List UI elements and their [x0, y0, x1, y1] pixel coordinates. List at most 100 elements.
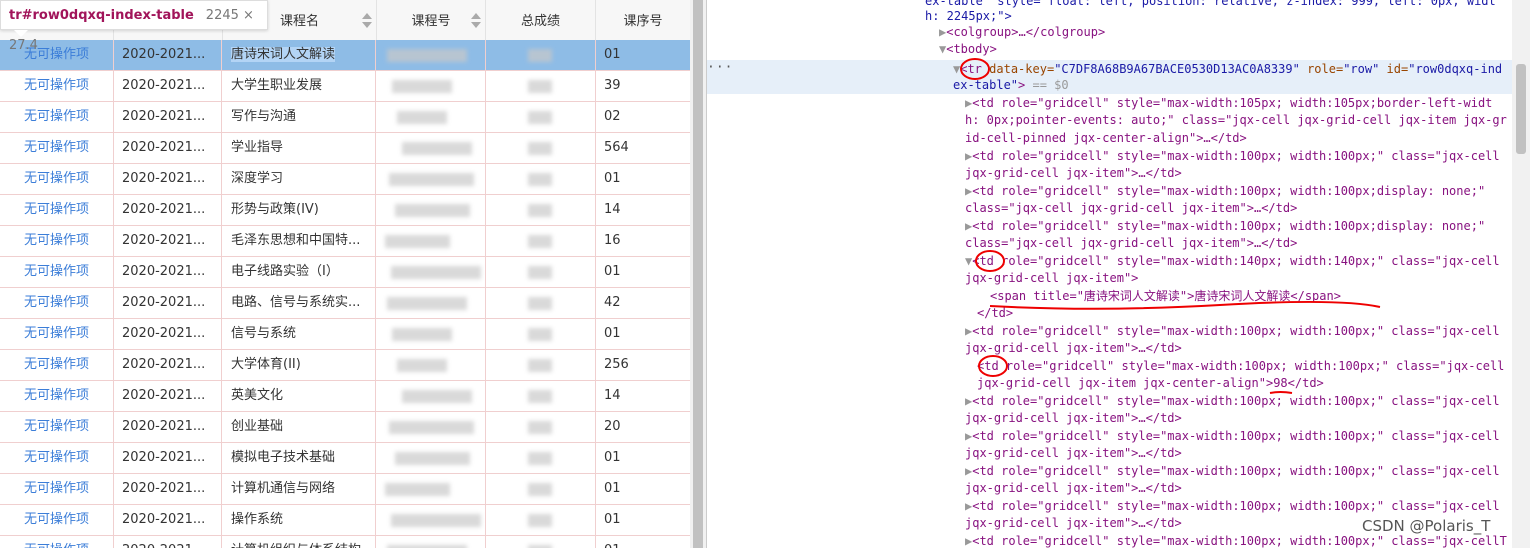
more-options-dots[interactable]: ···: [707, 60, 733, 75]
sort-icon[interactable]: [471, 13, 481, 29]
tree-node-td[interactable]: ▶<td role="gridcell" style="max-width:10…: [965, 498, 1500, 516]
redaction-blur: [528, 266, 552, 279]
operation-link[interactable]: 无可操作项: [0, 164, 114, 194]
redaction-blur: [385, 235, 450, 248]
total-score-cell-redacted: [486, 412, 596, 442]
table-row[interactable]: 无可操作项 2020-2021... 英美文化 14: [0, 381, 690, 412]
tree-node-td-course-name[interactable]: ▼<td role="gridcell" style="max-width:14…: [965, 253, 1500, 271]
course-name-cell: 英美文化: [223, 381, 376, 411]
tree-node-td[interactable]: ▶<td role="gridcell" style="max-width:10…: [965, 148, 1500, 166]
redaction-blur: [385, 483, 450, 496]
table-row[interactable]: 无可操作项 2020-2021... 创业基础 20: [0, 412, 690, 443]
operation-link[interactable]: 无可操作项: [0, 443, 114, 473]
redaction-blur: [528, 49, 552, 62]
term-cell: 2020-2021...: [114, 319, 222, 349]
code-line: jqx-grid-cell jqx-item">…</td>: [965, 166, 1182, 180]
redaction-blur: [389, 421, 474, 434]
table-row[interactable]: 无可操作项 2020-2021... 计算机通信与网络 01: [0, 474, 690, 505]
total-score-cell-redacted: [486, 257, 596, 287]
tree-node-td[interactable]: ▶<td role="gridcell" style="max-width:10…: [965, 183, 1485, 201]
term-cell: 2020-2021...: [114, 102, 222, 132]
page-scrollbar-thumb[interactable]: [693, 0, 703, 548]
tree-node-span[interactable]: <span title="唐诗宋词人文解读">唐诗宋词人文解读</span>: [990, 288, 1341, 306]
course-name-text: 模拟电子技术基础: [231, 450, 336, 465]
table-row[interactable]: 无可操作项2020-2021... 计算机组织与体系结构 01: [0, 536, 690, 548]
table-row[interactable]: 无可操作项 2020-2021... 信号与系统 01: [0, 319, 690, 350]
tree-node-td[interactable]: ▶<td role="gridcell" style="max-width:10…: [965, 323, 1500, 341]
operation-link[interactable]: 无可操作项: [0, 350, 114, 380]
operation-link[interactable]: 无可操作项: [0, 505, 114, 535]
code-line: jqx-grid-cell jqx-item">…</td>: [965, 516, 1182, 530]
total-score-cell-redacted: [486, 350, 596, 380]
tree-node-colgroup[interactable]: ▶<colgroup>…</colgroup>: [939, 24, 1105, 42]
course-name-cell: 计算机组织与体系结构: [223, 536, 376, 548]
tree-node-td[interactable]: ▶<td role="gridcell" style="max-width:10…: [965, 533, 1507, 548]
operation-link[interactable]: 无可操作项: [0, 412, 114, 442]
table-row[interactable]: 无可操作项 2020-2021... 操作系统 01: [0, 505, 690, 536]
operation-link[interactable]: 无可操作项: [0, 133, 114, 163]
table-row[interactable]: 无可操作项 2020-2021... 大学体育(II) 256: [0, 350, 690, 381]
tree-node-tr[interactable]: ▼<tr data-key="C7DF8A68B9A67BACE0530D13A…: [953, 61, 1502, 79]
table-row[interactable]: 无可操作项 2020-2021... 大学生职业发展 39: [0, 71, 690, 102]
redaction-blur: [395, 204, 470, 217]
redaction-blur: [528, 142, 552, 155]
devtools-scrollbar[interactable]: [1512, 0, 1530, 548]
table-row[interactable]: 无可操作项 2020-2021... 学业指导 564: [0, 133, 690, 164]
seq-number-cell: 01: [604, 450, 621, 465]
table-row[interactable]: 无可操作项 2020-2021... 毛泽东思想和中国特... 16: [0, 226, 690, 257]
operation-link[interactable]: 无可操作项: [0, 536, 114, 548]
operation-link[interactable]: 无可操作项: [0, 474, 114, 504]
redaction-blur: [395, 452, 470, 465]
operation-link[interactable]: 无可操作项: [0, 319, 114, 349]
tree-node-tbody[interactable]: ▼<tbody>: [939, 41, 997, 59]
table-row[interactable]: 无可操作项 2020-2021... 形势与政策(IV) 14: [0, 195, 690, 226]
table-row[interactable]: 无可操作项 2020-2021... 电路、信号与系统实... 42: [0, 288, 690, 319]
table-row[interactable]: 无可操作项 2020-2021... 电子线路实验（Ⅰ） 01: [0, 257, 690, 288]
web-page-panel: 课程名 课程号 总成绩 课序号 无可操作项 2020-2021... 唐诗宋词人文解…: [0, 0, 706, 548]
code-line: id-cell-pinned jqx-center-align">…</td>: [965, 131, 1247, 145]
header-col-total-score[interactable]: 总成绩: [486, 0, 596, 40]
code-line: jqx-grid-cell jqx-item jqx-center-align"…: [977, 376, 1324, 390]
term-cell: 2020-2021...: [114, 133, 222, 163]
redaction-blur: [528, 204, 552, 217]
header-col-seq-number[interactable]: 课序号: [596, 0, 690, 40]
tooltip-arrow: [14, 30, 28, 37]
seq-number-cell: 01: [604, 512, 621, 527]
table-row[interactable]: 无可操作项 2020-2021... 写作与沟通 02: [0, 102, 690, 133]
total-score-cell-redacted: [486, 536, 596, 548]
course-name-cell: 形势与政策(IV): [223, 195, 376, 225]
devtools-scrollbar-thumb[interactable]: [1516, 64, 1526, 154]
tree-node-td[interactable]: ▶<td role="gridcell" style="max-width:10…: [965, 393, 1500, 411]
operation-link[interactable]: 无可操作项: [0, 195, 114, 225]
total-score-cell-redacted: [486, 133, 596, 163]
course-number-cell-redacted: [377, 474, 486, 504]
course-name-text: 创业基础: [231, 419, 284, 434]
course-name-text: 唐诗宋词人文解读: [231, 47, 336, 62]
course-number-cell-redacted: [377, 412, 486, 442]
tree-node-td[interactable]: ▶<td role="gridcell" style="max-width:10…: [965, 218, 1485, 236]
operation-link[interactable]: 无可操作项: [0, 257, 114, 287]
operation-link[interactable]: 无可操作项: [0, 102, 114, 132]
table-row[interactable]: 无可操作项 2020-2021... 唐诗宋词人文解读 01: [0, 40, 690, 71]
table-row[interactable]: 无可操作项 2020-2021... 深度学习 01: [0, 164, 690, 195]
operation-link[interactable]: 无可操作项: [0, 71, 114, 101]
tree-node-td[interactable]: ▶<td role="gridcell" style="max-width:10…: [965, 428, 1500, 446]
tree-node-td[interactable]: ▶<td role="gridcell" style="max-width:10…: [965, 95, 1492, 113]
total-score-cell-redacted: [486, 164, 596, 194]
term-cell: 2020-2021...: [114, 536, 222, 548]
table-row[interactable]: 无可操作项 2020-2021... 模拟电子技术基础 01: [0, 443, 690, 474]
redaction-blur: [528, 235, 552, 248]
tree-node-td-score[interactable]: <td role="gridcell" style="max-width:100…: [977, 358, 1504, 376]
course-number-cell-redacted: [377, 164, 486, 194]
page-scrollbar[interactable]: [690, 0, 706, 548]
operation-link[interactable]: 无可操作项: [0, 226, 114, 256]
course-number-cell-redacted: [377, 226, 486, 256]
operation-link[interactable]: 无可操作项: [0, 381, 114, 411]
operation-link[interactable]: 无可操作项: [0, 288, 114, 318]
header-col-course-number[interactable]: 课程号: [377, 0, 486, 40]
tree-node-td[interactable]: ▶<td role="gridcell" style="max-width:10…: [965, 463, 1500, 481]
course-number-cell-redacted: [377, 536, 486, 548]
course-name-text: 计算机通信与网络: [231, 481, 336, 496]
sort-icon[interactable]: [362, 13, 372, 29]
course-number-cell-redacted: [377, 288, 486, 318]
